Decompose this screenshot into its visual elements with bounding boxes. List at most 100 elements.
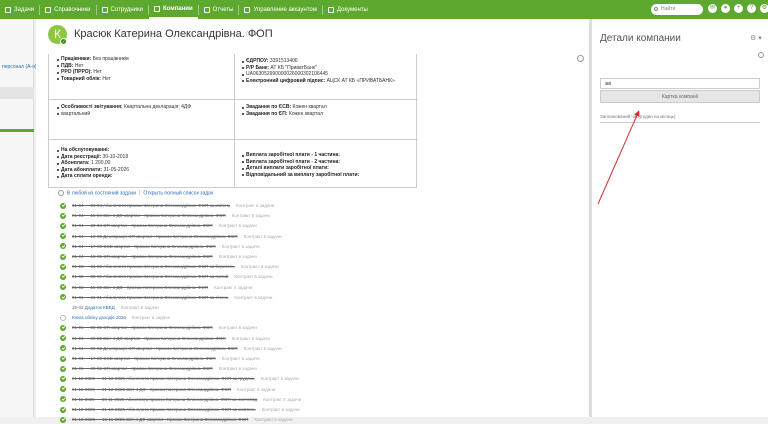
task-title[interactable]: 01-10-2025 — 15-11-2025 Звіт 4 ДФ кварта… — [72, 417, 248, 422]
search-icon[interactable] — [758, 52, 764, 58]
task-row[interactable]: 01-03 — 31-03 Абонплата Красюк Катерина … — [60, 262, 279, 271]
completed-check-icon[interactable] — [60, 345, 66, 352]
task-row[interactable]: 01-01 — 17-02 ЄСВ квартал - Красюк Катер… — [60, 354, 260, 363]
panel-search-input[interactable]: зві — [600, 78, 760, 89]
completed-check-icon[interactable] — [60, 212, 66, 219]
completed-check-icon[interactable] — [60, 365, 66, 372]
task-title[interactable]: 01-04 — 10-05 ЄП квартал - Красюк Катери… — [72, 254, 213, 259]
task-title[interactable]: 01-04 — 20-04 Абонплата Красюк Катерина … — [72, 203, 230, 208]
tasks-icon — [5, 6, 11, 13]
nav-documents[interactable]: Документы — [323, 0, 373, 19]
company-card-button[interactable]: Картка компанії — [600, 90, 760, 103]
completed-check-icon[interactable] — [60, 416, 66, 423]
task-title[interactable]: 01-02 — 28-02 Абонплата Красюк Катерина … — [72, 274, 228, 279]
task-row[interactable]: 01-02 — 28-02 Абонплата Красюк Катерина … — [60, 272, 273, 281]
task-row[interactable]: 01-11-2025 — 30-11-2025 Абонплата Красюк… — [60, 395, 301, 404]
task-row[interactable]: 01-01 — 09-02 Декларація ЄП квартал - Кр… — [60, 344, 282, 353]
task-text: 01-02 — 15-02 Звіт 4 ДФ - Красюк Катерин… — [72, 284, 209, 290]
nav-tasks[interactable]: Задачи — [0, 0, 39, 19]
task-row[interactable]: 01-01 — 31-01 Абонплата Красюк Катерина … — [60, 293, 272, 302]
task-row[interactable]: 01-12-2025 — 31-12-2025 Звіт 4 ДФ - Крас… — [60, 385, 275, 394]
status-icon[interactable] — [60, 314, 66, 321]
panel-settings-icon[interactable]: ⚙ ▾ — [750, 34, 762, 42]
task-title[interactable]: 15-02 Додаток КВЕД — [72, 305, 115, 310]
task-row[interactable]: 01-04 — 20-04 ЄП квартал - Красюк Катери… — [60, 221, 257, 230]
nav-label: Справочники — [54, 6, 91, 13]
completed-check-icon[interactable] — [60, 233, 66, 240]
task-title[interactable]: 01-04 — 10-05 Декларація ЄП квартал - Кр… — [72, 234, 238, 239]
search-icon[interactable] — [577, 55, 584, 62]
chat-icon[interactable]: ✉ — [708, 4, 717, 13]
task-row[interactable]: 01-04 — 17-05 ЄСВ квартал - Красюк Катер… — [60, 242, 260, 251]
left-panel-link[interactable]: персонал (А-я) — [2, 64, 37, 70]
task-row[interactable]: 01-04 — 15-04 Звіт 4 ДФ квартал - Красюк… — [60, 211, 270, 220]
task-title[interactable]: 01-04 — 15-04 Звіт 4 ДФ квартал - Красюк… — [72, 213, 226, 218]
task-text: 01-10-2025 — 31-10-2025 Абонплата Красюк… — [72, 407, 256, 412]
task-row[interactable]: 01-01 — 09-02 ЄП квартал - Красюк Катери… — [60, 364, 257, 373]
status-icon[interactable] — [60, 305, 66, 311]
nav-employees[interactable]: Сотрудники — [97, 0, 149, 19]
task-row[interactable]: 01-12-2025 — 31-12-2025 Абонплата Красюк… — [60, 374, 299, 383]
task-row[interactable]: 01-04 — 20-04 Абонплата Красюк Катерина … — [60, 201, 274, 210]
open-task-list-link[interactable]: Открыть полный список задач — [143, 190, 213, 196]
completed-check-icon[interactable] — [60, 202, 66, 209]
task-title[interactable]: 01-01 — 09-02 Декларація ЄП квартал - Кр… — [72, 346, 238, 351]
completed-check-icon[interactable] — [60, 222, 66, 229]
completed-check-icon[interactable] — [60, 406, 66, 413]
completed-check-icon[interactable] — [60, 386, 66, 393]
task-row[interactable]: 01-01 — 09-02 Звіт 4 ДФ квартал - Красюк… — [60, 334, 270, 343]
task-tag: Контракт в задачи — [218, 366, 257, 372]
notification-icon[interactable]: ● — [721, 4, 730, 13]
completed-check-icon[interactable] — [60, 263, 66, 270]
task-row[interactable]: 01-10-2025 — 31-10-2025 Абонплата Красюк… — [60, 405, 300, 414]
help-icon[interactable]: ? — [747, 4, 756, 13]
task-title[interactable]: 01-01 — 31-01 Абонплата Красюк Катерина … — [72, 295, 228, 300]
task-title[interactable]: 01-03 — 31-03 Абонплата Красюк Катерина … — [72, 264, 235, 269]
task-row[interactable]: 01-04 — 10-05 ЄП квартал - Красюк Катери… — [60, 252, 257, 261]
task-title[interactable]: 01-02 — 15-02 Звіт 4 ДФ - Красюк Катерин… — [72, 285, 208, 290]
task-title[interactable]: 01-01 — 09-02 ЄП квартал - Красюк Катери… — [72, 366, 213, 371]
completed-check-icon[interactable] — [60, 335, 66, 342]
task-title[interactable]: 01-11-2025 — 30-11-2025 Абонплата Красюк… — [72, 397, 257, 402]
task-row[interactable]: 01-01 — 09-02 ЄП квартал - Красюк Катери… — [60, 323, 257, 332]
task-row[interactable]: 01-04 — 10-05 Декларація ЄП квартал - Кр… — [60, 232, 282, 241]
completed-check-icon[interactable] — [60, 324, 66, 331]
completed-check-icon[interactable] — [60, 273, 66, 280]
completed-check-icon[interactable] — [60, 375, 66, 382]
nav-account[interactable]: Управление аккаунтом — [239, 0, 321, 19]
task-title[interactable]: 01-01 — 09-02 ЄП квартал - Красюк Катери… — [72, 325, 213, 330]
favorite-star-icon[interactable]: ☆ ▾ — [244, 29, 257, 38]
completed-check-icon[interactable] — [60, 294, 66, 301]
task-title[interactable]: 01-04 — 17-05 ЄСВ квартал - Красюк Катер… — [72, 244, 216, 249]
task-tag: Контракт в задачи — [243, 233, 282, 239]
completed-check-icon[interactable] — [60, 253, 66, 260]
settings-icon[interactable]: ⚙ — [760, 4, 768, 13]
task-row[interactable]: 01-02 — 15-02 Звіт 4 ДФ - Красюк Катерин… — [60, 283, 252, 292]
task-row[interactable]: 15-02 Додаток КВЕД Контракт в задачи — [60, 303, 159, 312]
task-text: 01-04 — 10-05 Декларація ЄП квартал - Кр… — [72, 233, 238, 239]
task-text: Книга обліку доходів 2026 — [72, 315, 126, 321]
nav-companies[interactable]: Компании — [149, 0, 198, 19]
task-title[interactable]: 01-04 — 20-04 ЄП квартал - Красюк Катери… — [72, 223, 213, 228]
completed-check-icon[interactable] — [60, 396, 66, 403]
task-filter-dropdown[interactable]: В любой из состояний задачи — [67, 190, 136, 196]
task-title[interactable]: 01-10-2025 — 31-10-2025 Абонплата Красюк… — [72, 407, 256, 412]
completed-check-icon[interactable] — [60, 284, 66, 291]
task-row[interactable]: Книга обліку доходів 2026 Контракт в зада… — [60, 313, 170, 322]
add-icon[interactable]: + — [734, 4, 743, 13]
task-title[interactable]: 01-01 — 17-02 ЄСВ квартал - Красюк Катер… — [72, 356, 216, 361]
nav-directories[interactable]: Справочники — [40, 0, 95, 19]
task-title[interactable]: Книга обліку доходів 2026 — [72, 315, 126, 320]
planned-hours-field[interactable]: Запланований час (годин на місяць) — [600, 114, 760, 123]
nav-reports[interactable]: Отчеты — [199, 0, 239, 19]
left-panel-selected-row[interactable] — [0, 87, 34, 99]
task-text: 01-01 — 09-02 Звіт 4 ДФ квартал - Красюк… — [72, 335, 226, 341]
task-title[interactable]: 01-12-2025 — 31-12-2025 Абонплата Красюк… — [72, 376, 255, 381]
completed-check-icon[interactable] — [60, 355, 66, 362]
completed-check-icon[interactable] — [60, 243, 66, 250]
filter-icon — [58, 190, 64, 196]
global-search-input[interactable]: Найти — [651, 4, 703, 15]
task-tag: Контракт в задачи — [240, 264, 279, 270]
task-title[interactable]: 01-12-2025 — 31-12-2025 Звіт 4 ДФ - Крас… — [72, 387, 231, 392]
task-title[interactable]: 01-01 — 09-02 Звіт 4 ДФ квартал - Красюк… — [72, 336, 226, 341]
